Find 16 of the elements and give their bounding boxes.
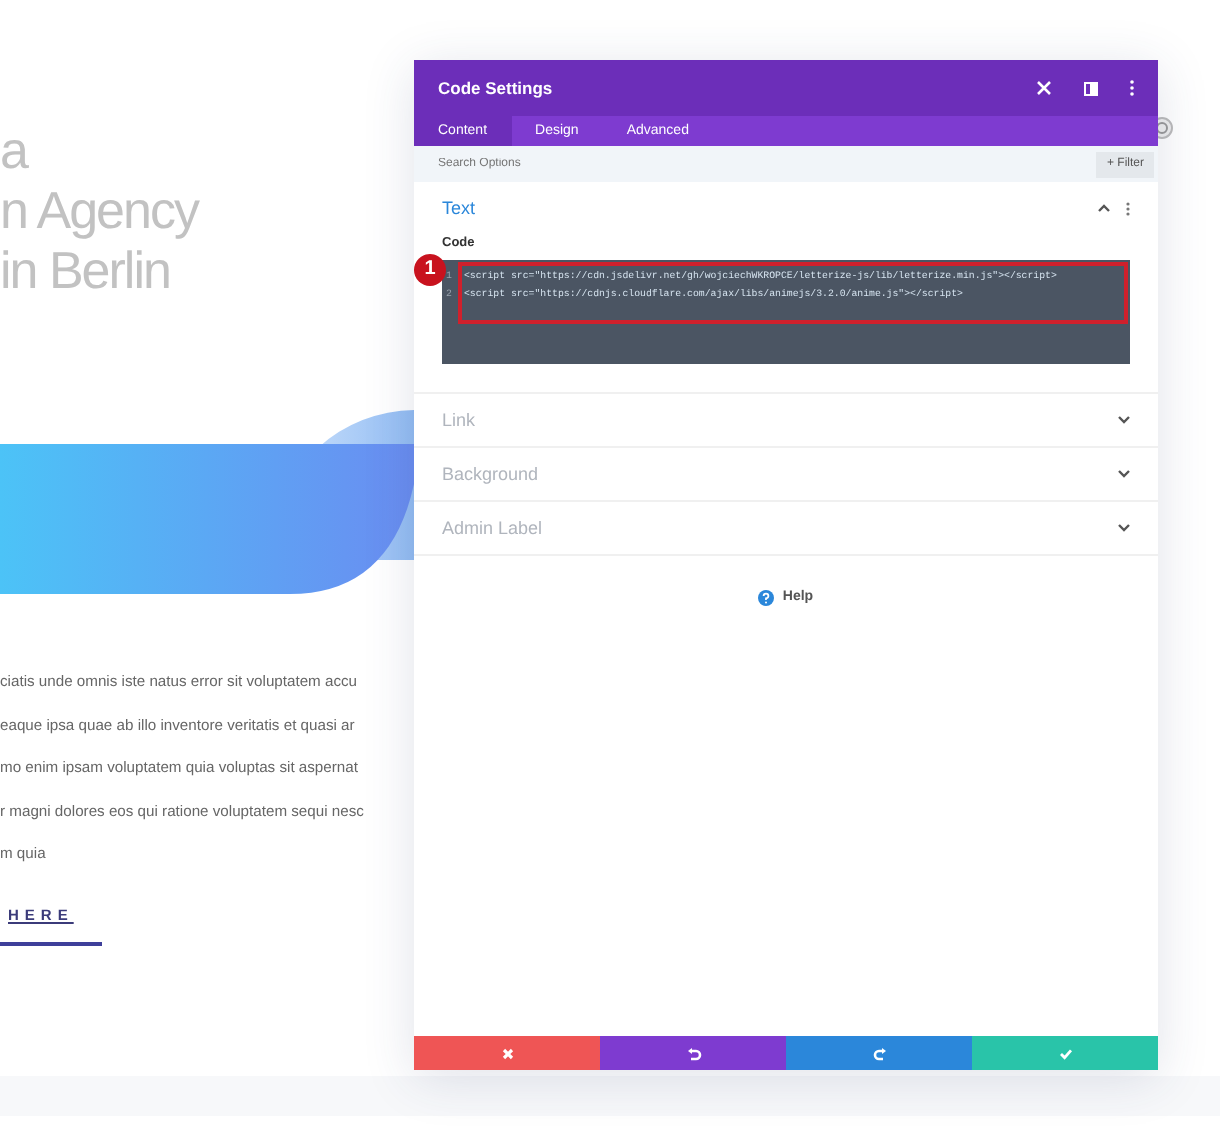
- modal-title: Code Settings: [438, 75, 553, 101]
- headline-text: a: [0, 120, 27, 180]
- collapse-chevron-icon[interactable]: [1098, 204, 1110, 212]
- step-marker: 1: [414, 253, 446, 286]
- close-icon: [499, 1045, 515, 1061]
- section-title[interactable]: Text: [442, 182, 476, 234]
- split-view-icon[interactable]: [1084, 81, 1098, 95]
- expand-chevron-icon[interactable]: [1118, 415, 1130, 424]
- redo-icon: [871, 1045, 887, 1061]
- headline-text: in Berlin: [0, 240, 170, 300]
- undo-icon: [685, 1045, 701, 1061]
- headline-text: n Agency: [0, 180, 198, 240]
- check-icon: [1057, 1045, 1073, 1061]
- expand-chevron-icon[interactable]: [1118, 469, 1130, 478]
- help-icon: [758, 590, 775, 606]
- expand-chevron-icon[interactable]: [1118, 523, 1130, 532]
